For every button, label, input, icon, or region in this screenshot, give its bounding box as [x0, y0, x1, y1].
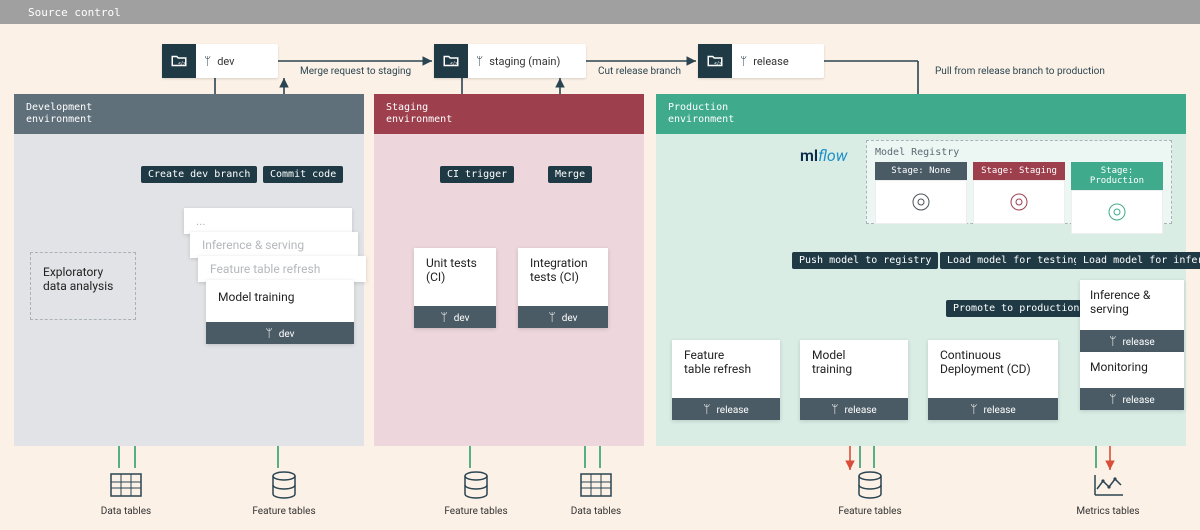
code-folder-icon: </>	[162, 44, 196, 78]
code-folder-icon: </>	[698, 44, 732, 78]
model-training-dev-label: Model training	[206, 280, 354, 322]
label-promote: Promote to production	[946, 300, 1086, 317]
card-feat-refresh-ghost: Feature table refresh	[198, 256, 366, 282]
model-icon	[973, 180, 1065, 224]
table-icon	[106, 468, 146, 502]
stack-dots-label: ...	[184, 208, 352, 234]
footer-data-tables-1: Data tables	[96, 468, 156, 517]
branch-icon: ᛘ	[476, 54, 483, 68]
repo-dev: </> ᛘ dev	[162, 44, 278, 78]
label-ci-trigger: CI trigger	[440, 166, 514, 183]
feat-refresh-prod-label: Feature table refresh	[672, 340, 780, 398]
dev-branch-foot: dev	[279, 329, 295, 340]
diagram-canvas: Source control	[0, 0, 1200, 530]
footer-data-tables-2: Data tables	[566, 468, 626, 517]
eda-title: Exploratory data analysis	[31, 253, 135, 305]
source-control-bar: Source control	[0, 0, 1200, 24]
footer-feature-tables-3: Feature tables	[834, 468, 906, 517]
card-model-training-dev: Model training ᛘ dev	[206, 280, 354, 344]
card-inference-prod: Inference & serving ᛘ release	[1080, 280, 1184, 352]
footer-feature-tables-1: Feature tables	[248, 468, 320, 517]
source-control-label: Source control	[0, 6, 121, 19]
repo-release: </> ᛘ release	[698, 44, 824, 78]
cd-label: Continuous Deployment (CD)	[928, 340, 1058, 398]
card-cd: Continuous Deployment (CD) ᛘ release	[928, 340, 1058, 420]
label-create-dev-branch: Create dev branch	[141, 166, 257, 183]
branch-icon: ᛘ	[204, 54, 211, 68]
label-load-testing: Load model for testing	[940, 252, 1086, 269]
database-icon	[264, 468, 304, 502]
label-push-model: Push model to registry	[792, 252, 938, 269]
model-registry-title: Model Registry	[875, 147, 1163, 158]
table-icon	[576, 468, 616, 502]
card-inference-ghost: Inference & serving	[190, 232, 358, 258]
prd-env-header: Production environment	[656, 94, 1186, 134]
label-commit-code: Commit code	[263, 166, 343, 183]
branch-icon: ᛘ	[740, 54, 747, 68]
inference-prod-label: Inference & serving	[1080, 280, 1184, 330]
model-icon	[875, 180, 967, 224]
unit-tests-label: Unit tests (CI)	[414, 248, 496, 306]
metrics-icon	[1088, 468, 1128, 502]
database-icon	[456, 468, 496, 502]
unit-branch: dev	[454, 313, 470, 324]
monitoring-label: Monitoring	[1080, 352, 1184, 388]
integration-branch: dev	[562, 313, 578, 324]
repo-staging-label: staging (main)	[489, 55, 560, 68]
database-icon	[850, 468, 890, 502]
registry-stage-none: Stage: None	[875, 162, 967, 234]
card-monitoring: Monitoring ᛘ release	[1080, 352, 1184, 410]
repo-release-label: release	[753, 55, 788, 68]
repo-staging: </> ᛘ staging (main)	[434, 44, 586, 78]
stg-env-header: Staging environment	[374, 94, 644, 134]
label-merge-to-staging: Merge request to staging	[300, 66, 411, 77]
repo-dev-label: dev	[217, 55, 234, 68]
inference-ghost-label: Inference & serving	[190, 232, 358, 258]
registry-stage-staging: Stage: Staging	[973, 162, 1065, 234]
label-merge: Merge	[548, 166, 592, 183]
footer-feature-tables-2: Feature tables	[440, 468, 512, 517]
code-folder-icon: </>	[434, 44, 468, 78]
model-registry: Model Registry Stage: None Stage: Stagin…	[866, 140, 1172, 224]
model-training-prod-label: Model training	[800, 340, 908, 398]
card-unit-tests: Unit tests (CI) ᛘ dev	[414, 248, 496, 328]
footer-metrics-tables: Metrics tables	[1072, 468, 1144, 517]
svg-text:</>: </>	[714, 61, 722, 67]
svg-text:</>: </>	[178, 61, 186, 67]
label-load-inference: Load model for inference	[1076, 252, 1200, 269]
svg-text:</>: </>	[450, 61, 458, 67]
card-integration-tests: Integration tests (CI) ᛘ dev	[518, 248, 608, 328]
model-icon	[1071, 190, 1163, 234]
feat-refresh-ghost-label: Feature table refresh	[198, 256, 366, 282]
label-cut-release: Cut release branch	[598, 66, 681, 77]
card-feat-refresh-prod: Feature table refresh ᛘ release	[672, 340, 780, 420]
card-model-training-prod: Model training ᛘ release	[800, 340, 908, 420]
mlflow-logo: mlflow	[800, 146, 847, 165]
registry-stage-production: Stage: Production	[1071, 162, 1163, 234]
card-stack-dots: ...	[184, 208, 352, 234]
card-eda: Exploratory data analysis	[30, 252, 136, 320]
label-pull-to-prod: Pull from release branch to production	[935, 66, 1105, 77]
dev-env-header: Development environment	[14, 94, 364, 134]
integration-tests-label: Integration tests (CI)	[518, 248, 608, 306]
